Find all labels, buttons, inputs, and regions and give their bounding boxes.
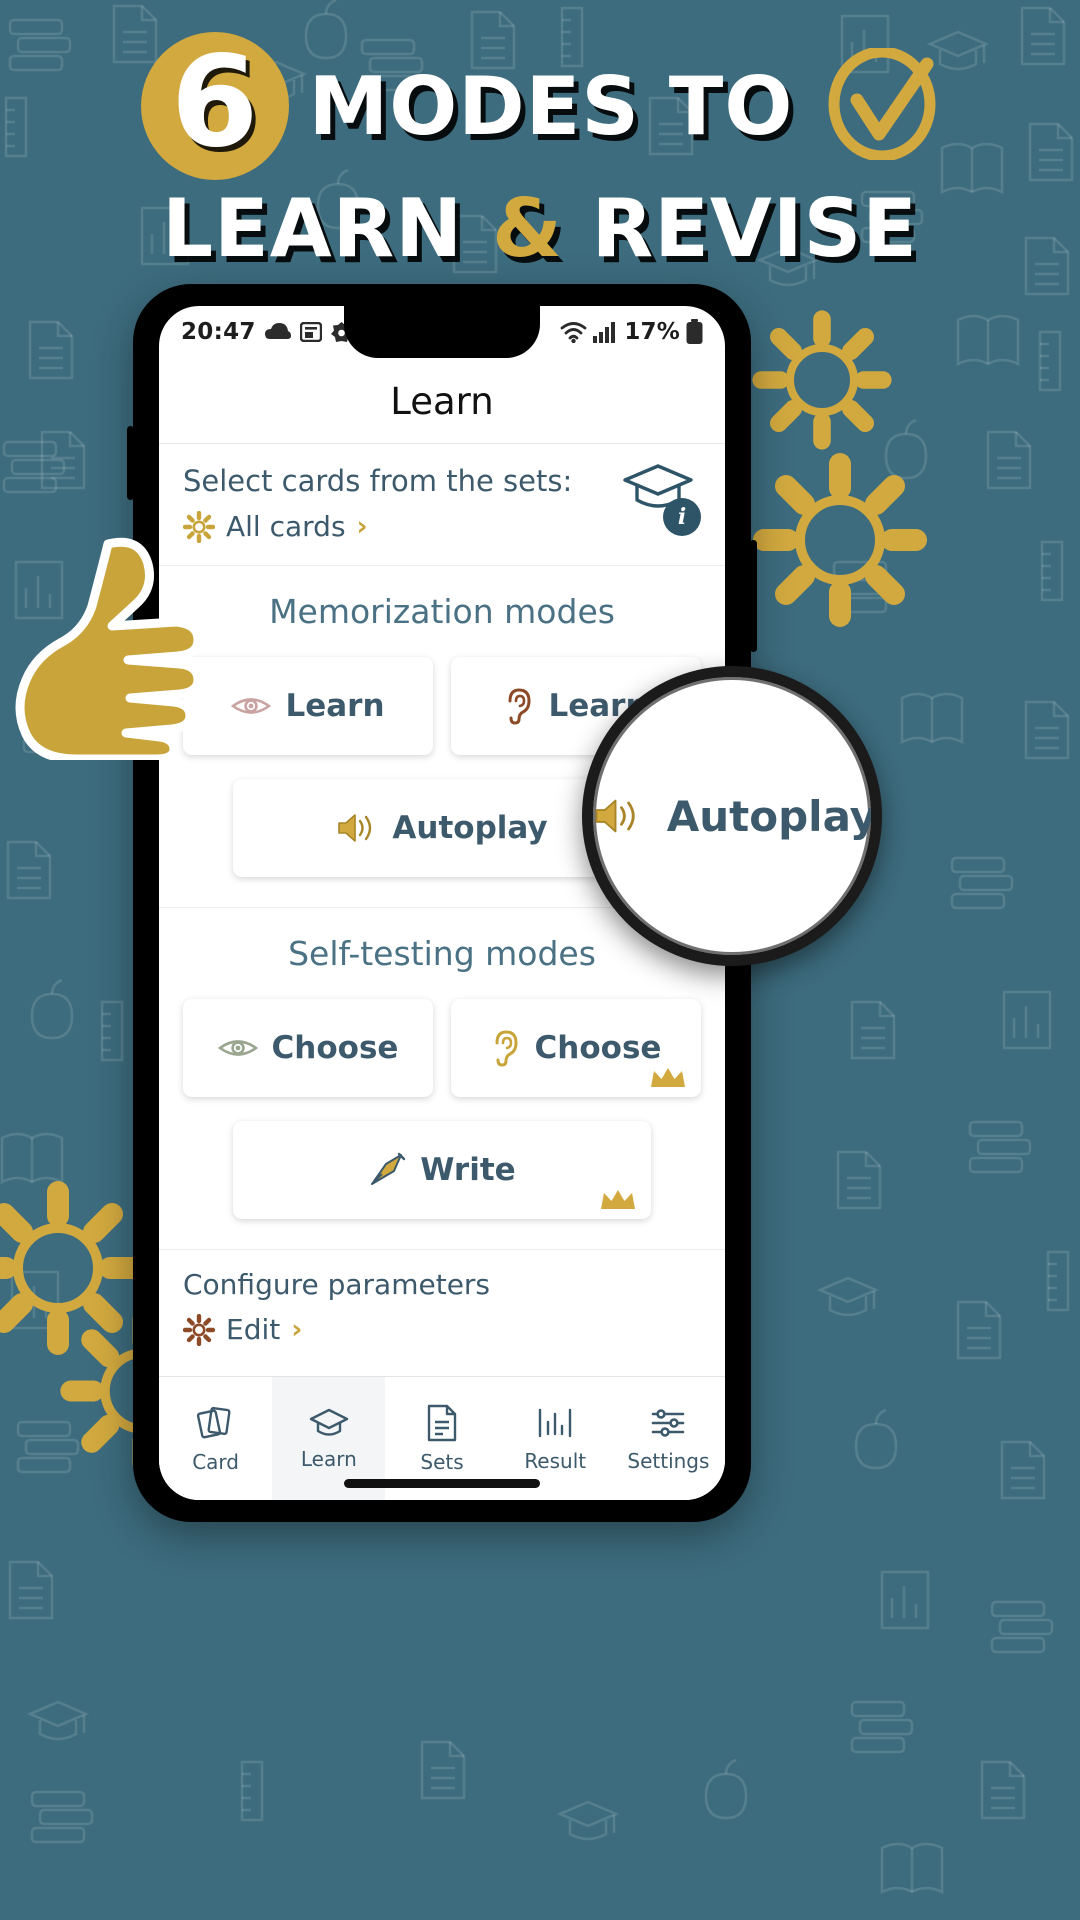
- gear-icon: [752, 310, 892, 450]
- cloud-icon: [264, 323, 291, 339]
- home-indicator: [344, 1479, 540, 1488]
- document-icon: [427, 1404, 457, 1442]
- nav-item-settings[interactable]: Settings: [612, 1377, 725, 1500]
- cards-icon: [196, 1406, 231, 1439]
- graduation-cap-icon: [309, 1408, 348, 1436]
- battery-percent: 17%: [624, 319, 680, 345]
- headline-ampersand: &: [492, 182, 563, 275]
- chart-icon: [539, 1408, 572, 1438]
- mode-label: Choose: [271, 1030, 399, 1066]
- mode-label: Learn: [285, 688, 385, 724]
- nav-label: Result: [524, 1449, 587, 1473]
- status-time: 20:47: [181, 319, 256, 345]
- nav-item-card[interactable]: Card: [159, 1377, 272, 1500]
- selftesting-section: Self-testing modes Choose Choose Write: [159, 907, 725, 1249]
- mode-write[interactable]: Write: [233, 1121, 651, 1219]
- sliders-icon: [652, 1409, 685, 1437]
- pen-nib-icon: [371, 1152, 406, 1185]
- headline-line-1: MODES TO: [308, 59, 794, 153]
- check-circle-icon: [827, 46, 939, 164]
- gear-icon: [753, 453, 927, 627]
- nav-label: Learn: [300, 1447, 357, 1471]
- help-hat-button[interactable]: i: [619, 460, 701, 536]
- eye-icon: [217, 1040, 258, 1056]
- chevron-right-icon: ›: [291, 1314, 303, 1345]
- mode-learn-visual[interactable]: Learn: [183, 657, 433, 755]
- nav-label: Sets: [420, 1450, 464, 1474]
- gear-icon: [183, 1313, 215, 1346]
- select-cards-value: All cards: [226, 510, 346, 543]
- mode-label: Write: [420, 1152, 516, 1188]
- page-title: Learn: [159, 358, 725, 444]
- wifi-icon: [560, 322, 587, 343]
- mode-choose-visual[interactable]: Choose: [183, 999, 433, 1097]
- info-badge: i: [663, 498, 701, 536]
- mode-label: Autoplay: [392, 810, 548, 846]
- banner-headline: 6 MODES TO LEARN & REVISE: [0, 32, 1080, 275]
- configure-value: Edit: [226, 1313, 281, 1346]
- modes-count-text: 6: [170, 28, 259, 175]
- select-cards-panel: Select cards from the sets: All cards ›: [159, 444, 725, 566]
- nav-label: Settings: [627, 1449, 710, 1473]
- mode-choose-audio[interactable]: Choose: [451, 999, 701, 1097]
- ear-icon: [508, 688, 531, 725]
- modes-count-badge: 6: [140, 28, 289, 180]
- chevron-right-icon: ›: [356, 511, 368, 542]
- signal-bars-icon: [593, 322, 616, 343]
- status-bar-right: 17%: [560, 319, 703, 345]
- screenshot-icon: [299, 322, 322, 342]
- ear-icon: [495, 1030, 518, 1067]
- bottom-navigation: Card Learn Sets Result Settings: [159, 1376, 725, 1500]
- phone-side-button-left: [127, 426, 134, 500]
- configure-edit-row[interactable]: Edit ›: [183, 1313, 701, 1346]
- configure-panel: Configure parameters Edit ›: [159, 1249, 725, 1356]
- configure-label: Configure parameters: [183, 1268, 491, 1301]
- crown-icon: [651, 1068, 685, 1087]
- selftesting-title: Self-testing modes: [288, 934, 596, 973]
- speaker-icon: [338, 814, 372, 842]
- headline-line-2-last: REVISE: [562, 182, 918, 275]
- magnifier-zoom-callout: Autoplay: [582, 666, 882, 966]
- status-bar-left: 20:47: [181, 319, 371, 345]
- magnifier-label: Autoplay: [666, 791, 877, 841]
- hand-pointer-icon: [15, 537, 203, 760]
- crown-icon: [601, 1190, 635, 1209]
- selftesting-mode-row: Choose Choose: [183, 999, 701, 1097]
- eye-icon: [231, 698, 272, 714]
- speaker-icon: [595, 799, 635, 833]
- nav-label: Card: [192, 1450, 239, 1474]
- mode-label: Choose: [534, 1030, 662, 1066]
- memorization-title: Memorization modes: [269, 592, 615, 631]
- phone-side-button-right: [750, 540, 757, 652]
- battery-icon: [686, 319, 703, 344]
- headline-line-2-first: LEARN: [162, 182, 493, 275]
- phone-notch: [344, 306, 540, 358]
